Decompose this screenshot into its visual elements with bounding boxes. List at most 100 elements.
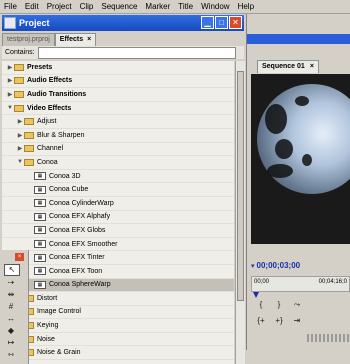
tree-item-label: Conoa EFX Globs — [49, 226, 106, 234]
close-button[interactable]: ✕ — [229, 16, 242, 29]
effect-icon: ▦ — [34, 253, 46, 262]
menu-edit[interactable]: Edit — [21, 0, 43, 13]
tree-item-label: Conoa EFX Smoother — [49, 240, 118, 248]
chevron-right-icon[interactable]: ▶ — [16, 118, 24, 125]
monitor-titlebar — [247, 34, 350, 44]
folder-icon — [14, 63, 24, 71]
tree-effect-item[interactable]: ▦ Conoa CylinderWarp — [2, 197, 234, 211]
project-titlebar[interactable]: Project ▁ □ ✕ — [2, 15, 244, 31]
slip-tool[interactable]: ↦ — [4, 338, 18, 348]
track-select-tool[interactable]: ⇢ — [4, 278, 18, 288]
tree-effect-item[interactable]: ▦ Conoa EFX Toon — [2, 265, 234, 279]
project-title: Project — [19, 18, 50, 28]
chevron-down-icon[interactable]: ▼ — [16, 159, 24, 165]
tree-effect-item[interactable]: ▦ Conoa SphereWarp — [2, 278, 234, 293]
contains-search-input[interactable] — [37, 46, 236, 59]
menu-title[interactable]: Title — [174, 0, 197, 13]
menu-project[interactable]: Project — [43, 0, 76, 13]
effects-tree: ▶ Presets ▶ Audio Effects ▶ Audio Transitions… — [2, 61, 234, 364]
folder-icon — [24, 131, 34, 139]
go-to-out-button[interactable]: +} — [273, 316, 285, 326]
tree-item-label: Adjust — [37, 118, 57, 126]
tree-item-label: Video Effects — [27, 104, 72, 112]
minimize-button[interactable]: ▁ — [201, 16, 214, 29]
menu-help[interactable]: Help — [234, 0, 258, 13]
tree-item-label: Blur & Sharpen — [37, 131, 85, 139]
timecode-display[interactable]: ▾ 00;00;03;00 — [251, 261, 300, 270]
rolling-edit-tool[interactable]: # — [4, 302, 18, 312]
effect-icon: ▦ — [34, 226, 46, 235]
app-icon — [4, 17, 16, 29]
mark-out-button[interactable]: } — [273, 300, 285, 310]
tree-effect-item[interactable]: ▦ Conoa EFX Alphafy — [2, 211, 234, 225]
tab-effects-label: Effects — [59, 36, 84, 43]
tree-folder-item[interactable]: ▶ Presets — [2, 61, 234, 75]
tab-effects[interactable]: Effects × — [54, 33, 97, 46]
tab-sequence-01[interactable]: Sequence 01 × — [257, 60, 319, 73]
menu-file[interactable]: File — [0, 0, 21, 13]
tree-effect-item[interactable]: ▦ Conoa EFX Globs — [2, 224, 234, 238]
chevron-right-icon[interactable]: ▶ — [6, 64, 14, 71]
tab-testproj-label: testproj.prproj — [7, 36, 50, 43]
tab-effects-close-icon[interactable]: × — [87, 36, 91, 43]
scrollbar-thumb[interactable] — [237, 71, 244, 301]
tools-close-icon[interactable]: × — [15, 253, 24, 261]
tree-item-label: Conoa 3D — [49, 172, 81, 180]
tree-item-label: Noise — [37, 335, 55, 343]
play-in-to-out-button[interactable]: ⇥ — [291, 316, 303, 326]
tree-item-label: Audio Effects — [27, 77, 73, 85]
project-panel: Project ▁ □ ✕ testproj.prproj Effects × C… — [0, 14, 247, 364]
slide-tool[interactable]: ⇿ — [4, 350, 18, 360]
effect-icon: ▦ — [34, 199, 46, 208]
tree-item-label: Conoa — [37, 158, 58, 166]
tree-effect-item[interactable]: ▦ Conoa EFX Smoother — [2, 238, 234, 252]
chevron-right-icon[interactable]: ▶ — [16, 145, 24, 152]
monitor-panel: Sequence 01 × ▾ 00;00;03;00 00;00 00;04;16… — [247, 14, 350, 350]
tree-folder-item[interactable]: ▶ Channel — [2, 143, 234, 157]
menu-clip[interactable]: Clip — [76, 0, 98, 13]
tree-effect-item[interactable]: ▦ Conoa 3D — [2, 170, 234, 184]
timecode-value: 00;00;03;00 — [256, 261, 301, 270]
chevron-right-icon[interactable]: ▶ — [6, 77, 14, 84]
tree-folder-item[interactable]: ▶Keying — [2, 319, 234, 333]
go-to-in-button[interactable]: {+ — [255, 316, 267, 326]
razor-tool[interactable]: ◆ — [4, 326, 18, 336]
sequence-tab-close-icon[interactable]: × — [310, 63, 314, 70]
tab-testproj[interactable]: testproj.prproj — [2, 33, 55, 46]
mark-in-button[interactable]: { — [255, 300, 267, 310]
rate-stretch-tool[interactable]: ↔ — [4, 314, 18, 324]
effect-icon: ▦ — [34, 280, 46, 289]
set-marker-button[interactable]: ⤳ — [291, 300, 303, 310]
chevron-right-icon[interactable]: ▶ — [16, 132, 24, 139]
menu-window[interactable]: Window — [197, 0, 233, 13]
menu-sequence[interactable]: Sequence — [97, 0, 141, 13]
folder-icon — [24, 145, 34, 153]
tree-folder-item[interactable]: ▼ Conoa — [2, 156, 234, 170]
menu-bar: File Edit Project Clip Sequence Marker T… — [0, 0, 350, 14]
tree-item-label: Presets — [27, 63, 53, 71]
chevron-right-icon[interactable]: ▶ — [6, 91, 14, 98]
tree-folder-item[interactable]: ▶ Audio Transitions — [2, 88, 234, 102]
shuttle-slider[interactable] — [307, 334, 350, 342]
ripple-edit-tool[interactable]: ⇹ — [4, 290, 18, 300]
maximize-button[interactable]: □ — [215, 16, 228, 29]
tree-scrollbar[interactable] — [235, 61, 245, 364]
tree-folder-item[interactable]: ▶ Adjust — [2, 115, 234, 129]
tree-folder-item[interactable]: ▶ Audio Effects — [2, 75, 234, 89]
tree-effect-item[interactable]: ▦ Conoa Cube — [2, 183, 234, 197]
effect-icon: ▦ — [34, 172, 46, 181]
tree-effect-item[interactable]: ▦ Conoa EFX Tinter — [2, 251, 234, 265]
folder-icon — [14, 104, 24, 112]
tree-folder-item[interactable]: ▶Noise — [2, 333, 234, 347]
chevron-down-icon[interactable]: ▼ — [6, 105, 14, 111]
tree-folder-item[interactable]: ▶Noise & Grain — [2, 346, 234, 361]
tree-folder-item[interactable]: ▶ Blur & Sharpen — [2, 129, 234, 143]
tree-folder-item[interactable]: ▼ Video Effects — [2, 102, 234, 116]
tree-folder-item[interactable]: ▶Distort — [2, 292, 234, 306]
time-ruler[interactable]: 00;00 00;04;16;0 — [251, 276, 350, 292]
tree-item-label: Conoa SphereWarp — [49, 281, 111, 289]
selection-tool[interactable]: ↖ — [4, 264, 20, 276]
tree-folder-item[interactable]: ▶Image Control — [2, 306, 234, 320]
menu-marker[interactable]: Marker — [141, 0, 174, 13]
program-monitor — [251, 74, 350, 244]
